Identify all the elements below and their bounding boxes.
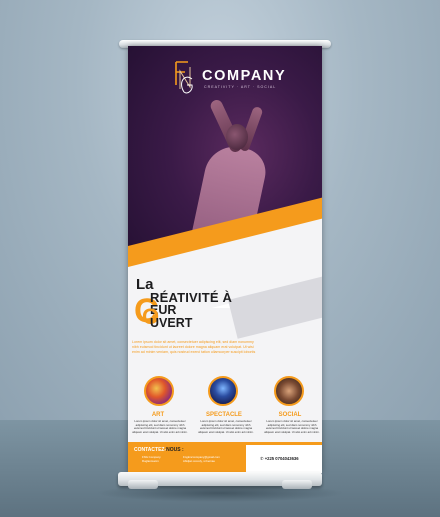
contact-company-handle: Ruglanmanrn [142, 458, 159, 463]
contact-email-address: Fngkmccompany@gmail.com Abidjan cocody, … [183, 455, 220, 463]
art-photo-circle [144, 376, 174, 406]
stand-foot-right [282, 480, 312, 489]
headline-line-3: UVERT [150, 316, 193, 330]
category-label-spectacle: SPECTACLE [206, 412, 242, 418]
rollup-banner: COMPANY CREATIVITY · ART · SOCIAL La C R… [128, 46, 322, 473]
contact-title-main: CONTACTEZ- [134, 447, 167, 453]
brand-tagline: CREATIVITY · ART · SOCIAL [204, 85, 277, 89]
contact-title-accent: NOUS : [166, 447, 184, 453]
category-text-art: Lorem ipsum dolor sit amet, consectetuer… [132, 419, 188, 434]
category-text-spectacle: Lorem ipsum dolor sit amet, consectetuer… [198, 419, 254, 434]
intro-line: enim ad minim veniam, quis nostrud exerc… [132, 350, 256, 354]
social-photo-circle [274, 376, 304, 406]
contact-title: CONTACTEZ-NOUS : [134, 447, 184, 453]
brand-name: COMPANY [202, 68, 287, 84]
category-text-social: Lorem ipsum dolor sit amet, consectetuer… [264, 419, 320, 434]
contact-company: FNG Company Ruglanmanrn [142, 455, 161, 463]
category-label-social: SOCIAL [278, 412, 302, 418]
contact-phone-number: +225 0704043636 [264, 456, 299, 461]
contact-phone: ✆ +225 0704043636 [260, 456, 299, 461]
logo-mark-icon [175, 61, 193, 94]
stand-foot-left [128, 480, 158, 489]
category-label-art: ART [151, 412, 165, 418]
spectacle-photo-circle [208, 376, 238, 406]
dancer-head [226, 124, 248, 150]
intro-paragraph: Lorem ipsum dolor sit amet, consectetuer… [132, 340, 318, 355]
contact-address: Abidjan cocody, st bernée [183, 458, 215, 463]
